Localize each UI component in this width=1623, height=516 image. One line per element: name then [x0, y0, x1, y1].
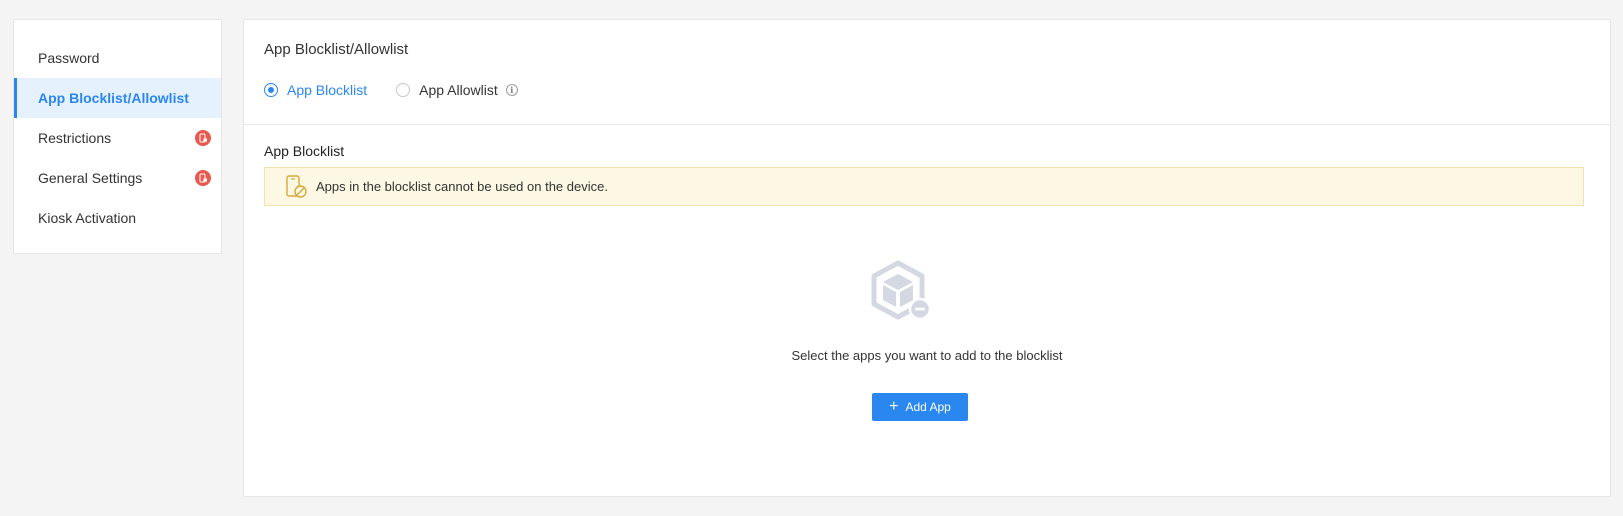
device-lock-icon — [195, 170, 211, 186]
section-title: App Blocklist — [264, 143, 345, 159]
phone-blocked-icon — [285, 173, 311, 201]
plus-icon: + — [889, 398, 899, 415]
sidebar-item-label: Restrictions — [38, 130, 112, 146]
sidebar-item-label: Kiosk Activation — [38, 210, 137, 226]
add-app-label: Add App — [905, 400, 951, 414]
sidebar-item-label: General Settings — [38, 170, 143, 186]
device-lock-icon — [195, 130, 211, 146]
app-allowlist-radio[interactable]: App Allowlist — [396, 82, 498, 98]
radio-checked-icon — [264, 83, 278, 97]
empty-state-text: Select the apps you want to add to the b… — [791, 348, 1063, 363]
add-app-button[interactable]: + Add App — [872, 393, 968, 421]
sidebar-item-label: App Blocklist/Allowlist — [38, 90, 189, 106]
package-minus-icon — [870, 260, 934, 324]
blocklist-notice: Apps in the blocklist cannot be used on … — [264, 167, 1584, 206]
app-blocklist-radio[interactable]: App Blocklist — [264, 82, 367, 98]
sidebar-item-label: Password — [38, 50, 100, 66]
page-title: App Blocklist/Allowlist — [264, 41, 409, 58]
radio-label: App Allowlist — [419, 82, 498, 98]
notice-text: Apps in the blocklist cannot be used on … — [316, 179, 608, 194]
sidebar-item-general-settings[interactable]: General Settings — [14, 158, 221, 198]
main-panel: App Blocklist/Allowlist App Blocklist Ap… — [243, 19, 1611, 497]
settings-sidebar: Password App Blocklist/Allowlist Restric… — [13, 19, 222, 254]
sidebar-item-restrictions[interactable]: Restrictions — [14, 118, 221, 158]
radio-label: App Blocklist — [287, 82, 368, 98]
sidebar-item-app-blocklist-allowlist[interactable]: App Blocklist/Allowlist — [14, 78, 221, 118]
list-mode-radio-group: App Blocklist App Allowlist i — [264, 82, 518, 98]
radio-unchecked-icon — [396, 83, 411, 97]
info-icon[interactable]: i — [505, 84, 518, 96]
sidebar-item-kiosk-activation[interactable]: Kiosk Activation — [14, 198, 221, 238]
sidebar-item-password[interactable]: Password — [14, 38, 221, 78]
divider — [244, 124, 1610, 125]
